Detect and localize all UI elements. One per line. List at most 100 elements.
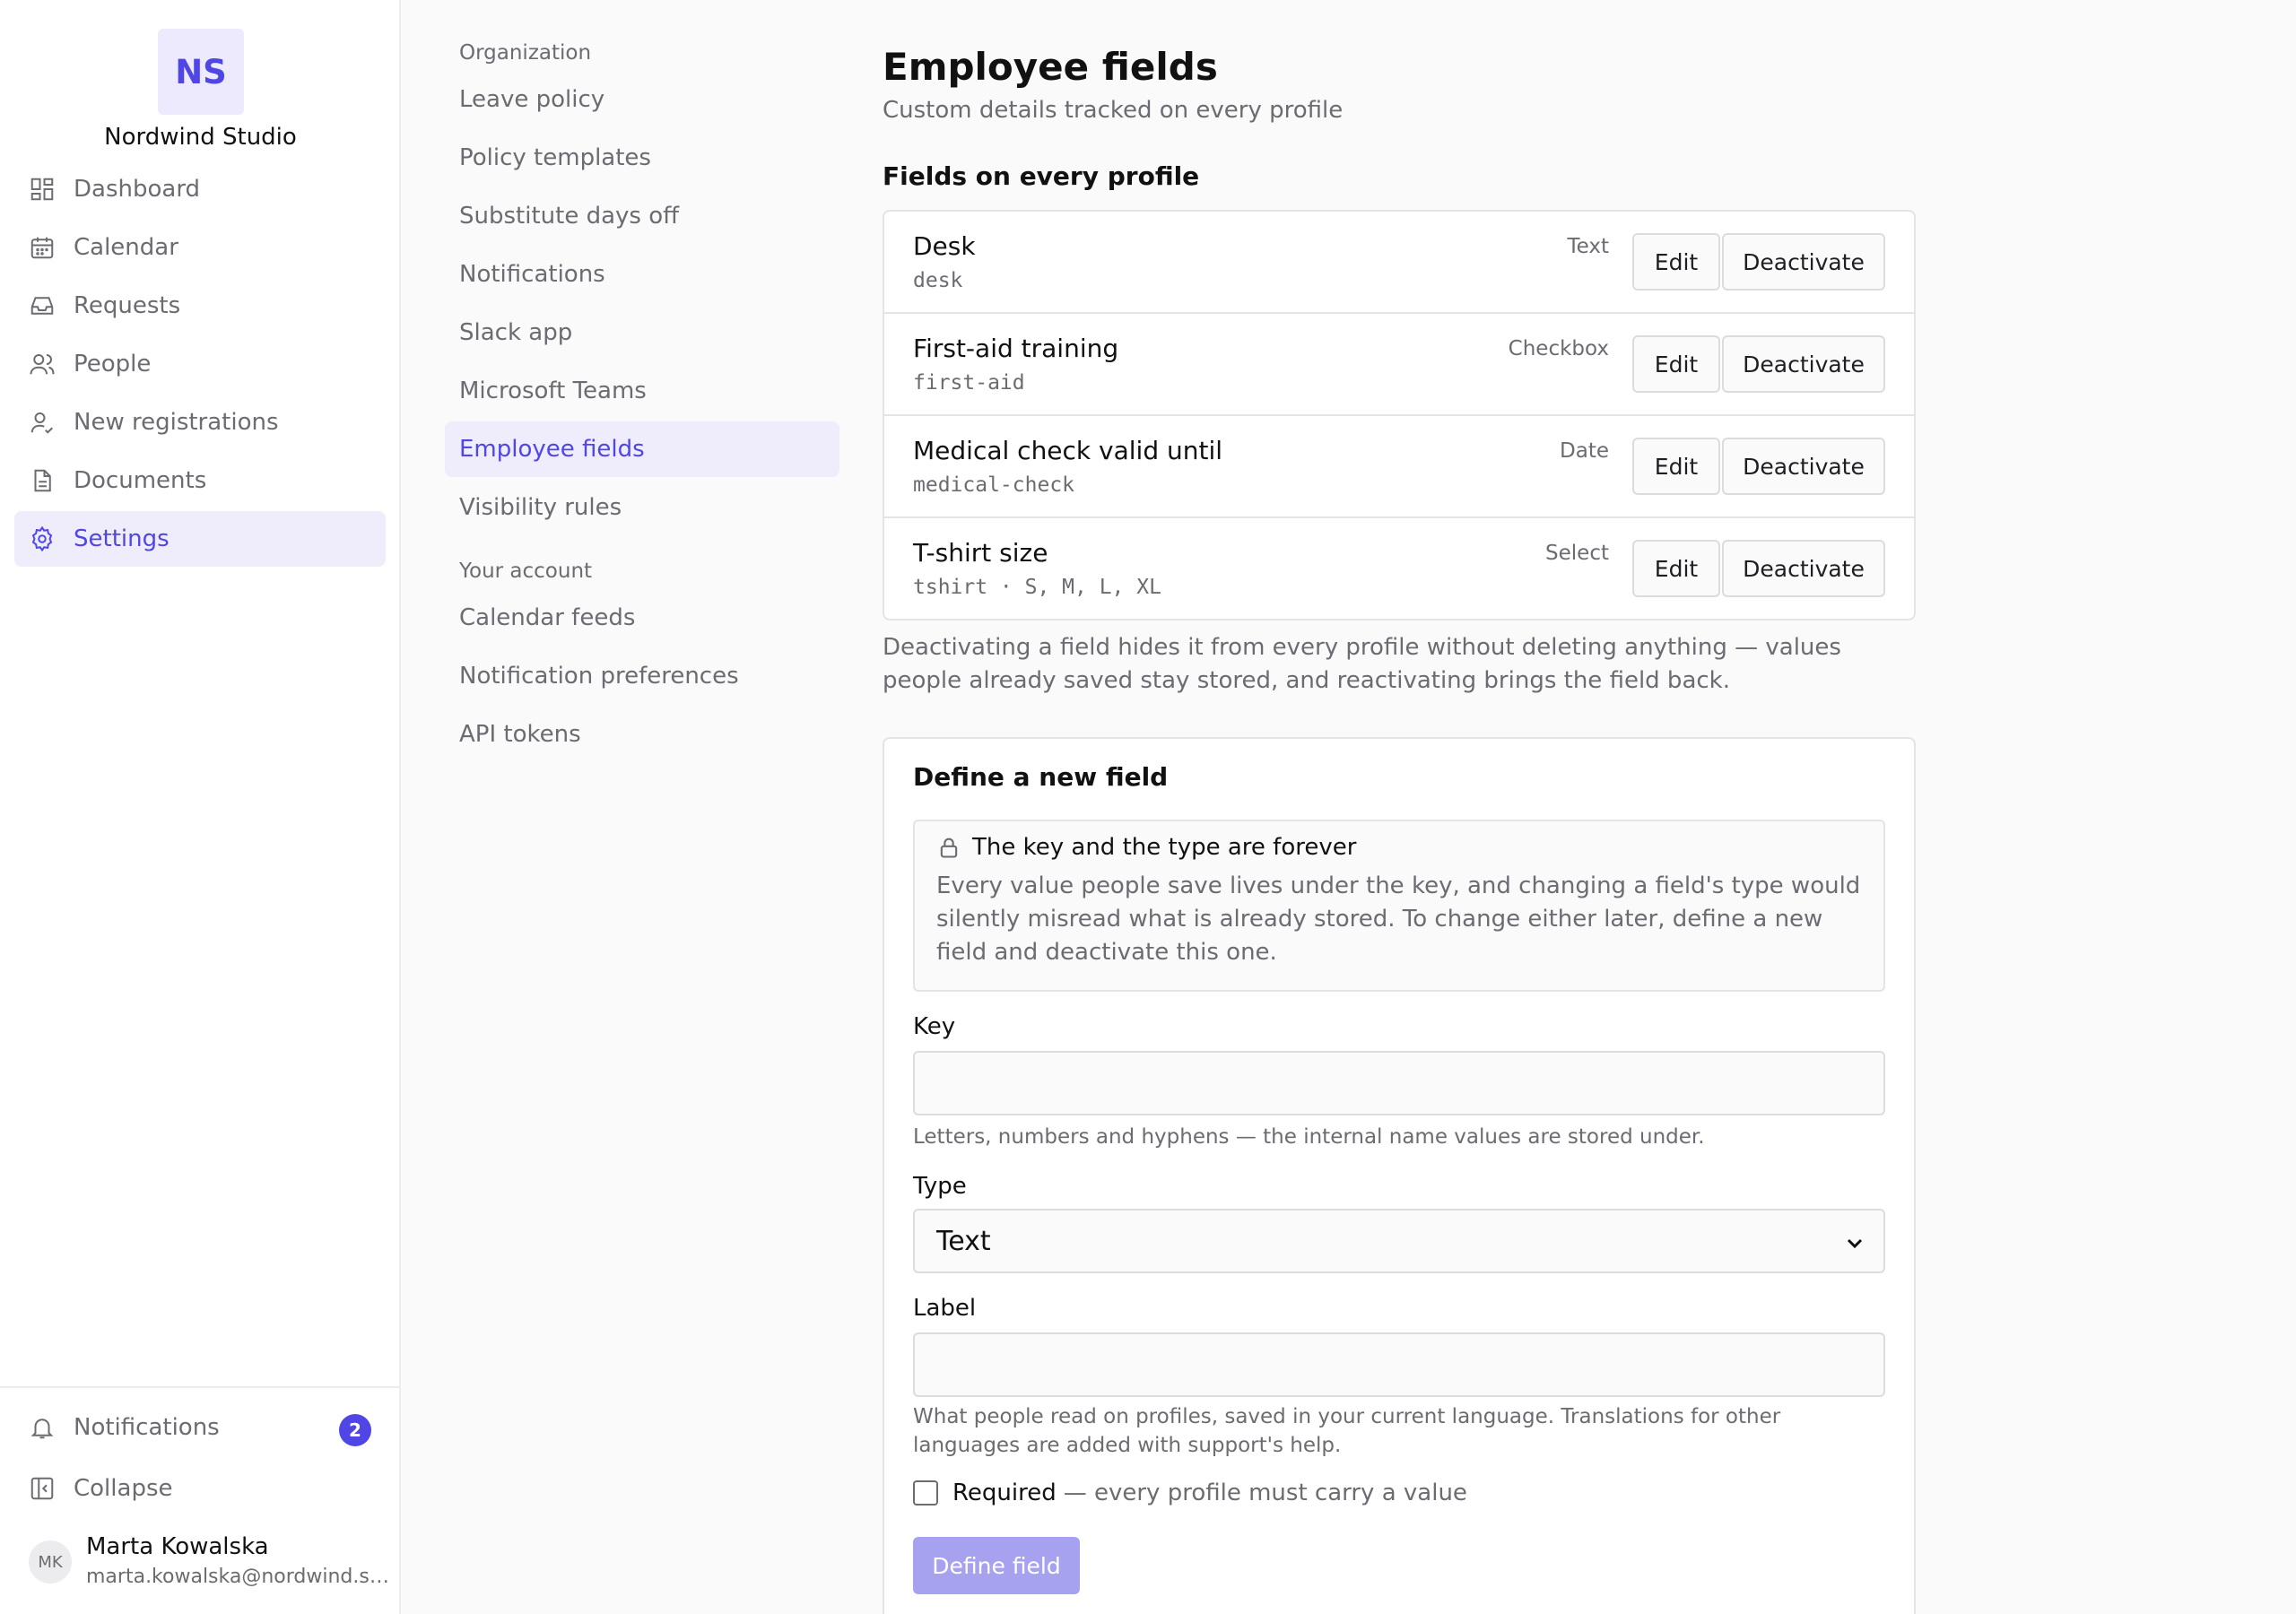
- field-type: Select: [1545, 542, 1609, 565]
- field-row-first-aid: First-aid training first-aid Checkbox Ed…: [884, 314, 1914, 416]
- dashboard-icon: [30, 178, 54, 201]
- notification-count-badge: 2: [339, 1414, 371, 1446]
- field-row-tshirt: T-shirt size tshirt · S, M, L, XL Select…: [884, 518, 1914, 619]
- sidebar-collapse-icon: [30, 1477, 54, 1500]
- required-label: Required: [952, 1480, 1057, 1506]
- permanence-notice: The key and the type are forever Every v…: [913, 820, 1885, 992]
- nav-item-settings[interactable]: Settings: [14, 511, 386, 567]
- sidebar-notifications-label: Notifications: [74, 1414, 220, 1441]
- subnav-item-calendar-feeds[interactable]: Calendar feeds: [445, 590, 839, 646]
- nav-item-label: New registrations: [74, 409, 279, 436]
- subnav-item-notification-preferences[interactable]: Notification preferences: [445, 648, 839, 704]
- user-profile[interactable]: MK Marta Kowalska marta.kowalska@nordwin…: [29, 1533, 391, 1592]
- fields-section-title: Fields on every profile: [883, 161, 1200, 191]
- nav-item-label: Documents: [74, 467, 207, 494]
- field-key: first-aid: [913, 371, 1025, 395]
- collapse-button[interactable]: Collapse: [14, 1462, 386, 1515]
- org-logo[interactable]: NS: [158, 29, 244, 115]
- subnav-item-microsoft-teams[interactable]: Microsoft Teams: [445, 363, 839, 419]
- user-email: marta.kowalska@nordwind.studio: [86, 1566, 391, 1588]
- type-label: Type: [913, 1173, 967, 1200]
- subnav-heading-account: Your account: [459, 560, 593, 583]
- field-key: desk: [913, 269, 963, 292]
- people-icon: [30, 354, 55, 375]
- subnav-heading-organization: Organization: [459, 41, 592, 65]
- nav-item-dashboard[interactable]: Dashboard: [14, 161, 386, 217]
- inbox-icon: [30, 297, 54, 315]
- calendar-icon: [30, 237, 54, 259]
- deactivate-button[interactable]: Deactivate: [1722, 438, 1885, 495]
- sidebar-notifications[interactable]: Notifications 2: [14, 1401, 386, 1454]
- label-help: What people read on profiles, saved in y…: [913, 1405, 1781, 1457]
- notice-body: Every value people save lives under the …: [936, 872, 1861, 966]
- field-row-desk: Desk desk Text Edit Deactivate: [884, 212, 1914, 314]
- field-type: Date: [1560, 439, 1609, 463]
- nav-item-label: Dashboard: [74, 176, 201, 203]
- nav-item-new-registrations[interactable]: New registrations: [14, 395, 386, 450]
- label-input[interactable]: [913, 1332, 1885, 1397]
- subnav-item-notifications[interactable]: Notifications: [445, 247, 839, 302]
- type-select[interactable]: Text: [913, 1209, 1885, 1273]
- field-type: Checkbox: [1508, 337, 1609, 360]
- edit-button[interactable]: Edit: [1632, 438, 1720, 495]
- field-label: First-aid training: [913, 334, 1119, 363]
- bell-icon: [30, 1419, 54, 1439]
- deactivate-button[interactable]: Deactivate: [1722, 540, 1885, 597]
- page-title: Employee fields: [883, 45, 1218, 89]
- subnav-item-api-tokens[interactable]: API tokens: [445, 707, 839, 762]
- nav-item-label: People: [74, 351, 152, 377]
- sidebar: NS Nordwind Studio Dashboard Calendar Re…: [0, 0, 401, 1614]
- label-label: Label: [913, 1295, 977, 1322]
- subnav-item-employee-fields[interactable]: Employee fields: [445, 421, 839, 477]
- field-label: Desk: [913, 231, 976, 261]
- deactivate-button[interactable]: Deactivate: [1722, 335, 1885, 393]
- key-label: Key: [913, 1013, 956, 1040]
- key-input[interactable]: [913, 1051, 1885, 1115]
- nav-item-documents[interactable]: Documents: [14, 453, 386, 508]
- document-icon: [34, 469, 51, 492]
- subnav-item-policy-templates[interactable]: Policy templates: [445, 130, 839, 186]
- collapse-label: Collapse: [74, 1475, 173, 1502]
- edit-button[interactable]: Edit: [1632, 233, 1720, 291]
- required-option[interactable]: Required — every profile must carry a va…: [913, 1480, 1467, 1506]
- define-field-form: Define a new field The key and the type …: [883, 737, 1916, 1614]
- type-select-value: Text: [936, 1225, 991, 1257]
- subnav-item-visibility-rules[interactable]: Visibility rules: [445, 480, 839, 535]
- nav-item-requests[interactable]: Requests: [14, 278, 386, 334]
- field-key: tshirt · S, M, L, XL: [913, 576, 1161, 599]
- define-field-button[interactable]: Define field: [913, 1537, 1080, 1594]
- user-name: Marta Kowalska: [86, 1533, 269, 1560]
- field-key: medical-check: [913, 473, 1075, 497]
- lock-icon: [940, 837, 958, 858]
- deactivate-button[interactable]: Deactivate: [1722, 233, 1885, 291]
- nav-item-label: Requests: [74, 292, 181, 319]
- page-subtitle: Custom details tracked on every profile: [883, 97, 1344, 124]
- fields-note: Deactivating a field hides it from every…: [883, 634, 1841, 694]
- gear-icon: [31, 525, 53, 552]
- required-description: — every profile must carry a value: [1063, 1480, 1467, 1506]
- fields-list: Desk desk Text Edit Deactivate First-aid…: [883, 210, 1916, 620]
- org-name: Nordwind Studio: [104, 124, 297, 151]
- main-nav: Dashboard Calendar Requests People New r…: [14, 161, 386, 569]
- notice-title-text: The key and the type are forever: [972, 834, 1357, 861]
- settings-subnav: Organization Leave policy Policy templat…: [445, 41, 839, 765]
- field-label: Medical check valid until: [913, 436, 1223, 465]
- subnav-item-slack-app[interactable]: Slack app: [445, 305, 839, 360]
- notice-title: The key and the type are forever: [936, 834, 1356, 861]
- required-checkbox[interactable]: [913, 1480, 938, 1506]
- define-title: Define a new field: [913, 762, 1169, 792]
- field-row-medical-check: Medical check valid until medical-check …: [884, 416, 1914, 518]
- field-type: Text: [1567, 235, 1609, 258]
- user-check-icon: [30, 412, 53, 434]
- key-help: Letters, numbers and hyphens — the inter…: [913, 1125, 1705, 1149]
- subnav-item-substitute-days-off[interactable]: Substitute days off: [445, 188, 839, 244]
- nav-item-people[interactable]: People: [14, 336, 386, 392]
- nav-item-label: Settings: [74, 525, 170, 552]
- edit-button[interactable]: Edit: [1632, 540, 1720, 597]
- nav-item-calendar[interactable]: Calendar: [14, 220, 386, 275]
- field-label: T-shirt size: [913, 538, 1048, 568]
- chevron-down-icon: [1847, 1238, 1863, 1249]
- edit-button[interactable]: Edit: [1632, 335, 1720, 393]
- avatar: MK: [29, 1540, 72, 1584]
- subnav-item-leave-policy[interactable]: Leave policy: [445, 72, 839, 127]
